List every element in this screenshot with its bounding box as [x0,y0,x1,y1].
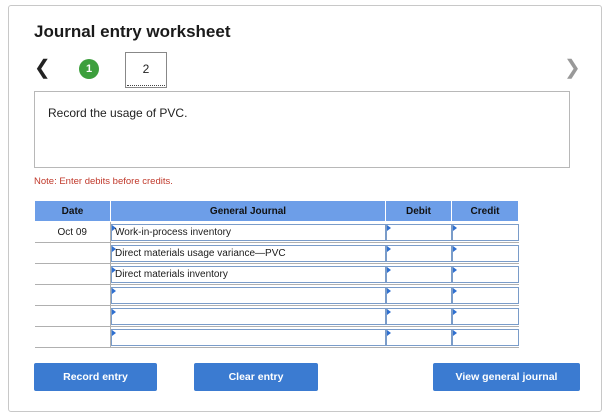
debit-input[interactable] [385,286,452,304]
dropdown-marker-icon [112,287,116,294]
worksheet-title: Journal entry worksheet [34,22,231,41]
date-cell [34,242,111,264]
debit-input[interactable] [385,307,452,325]
date-cell [34,305,111,327]
instruction-text: Record the usage of PVC. [48,106,188,120]
credit-input[interactable] [451,265,519,283]
account-input[interactable]: Direct materials inventory [111,265,386,283]
table-row [34,284,519,306]
account-input[interactable]: Direct materials usage variance—PVC [111,244,386,262]
account-value: Work-in-process inventory [115,226,231,238]
dropdown-marker-icon [112,329,116,336]
dropdown-marker-icon [386,224,391,231]
account-value: Direct materials usage variance—PVC [115,247,286,259]
chevron-right-icon[interactable]: ❯ [564,58,581,78]
credit-input[interactable] [451,223,519,241]
credit-column-header: Credit [451,200,519,222]
credit-input[interactable] [451,307,519,325]
date-cell: Oct 09 [34,221,111,243]
dropdown-marker-icon [452,245,457,252]
date-cell [34,326,111,348]
table-row [34,305,519,327]
table-row [34,326,519,348]
step-1-badge[interactable]: 1 [79,59,99,79]
account-value: Direct materials inventory [115,268,228,280]
date-cell [34,284,111,306]
credit-input[interactable] [451,286,519,304]
dropdown-marker-icon [386,287,391,294]
credit-input[interactable] [451,328,519,346]
dropdown-marker-icon [112,308,116,315]
credit-input[interactable] [451,244,519,262]
chevron-left-icon[interactable]: ❮ [34,58,51,78]
clear-entry-button[interactable]: Clear entry [194,363,318,391]
account-column-header: General Journal [110,200,386,222]
step-2-tab[interactable]: 2 [125,52,167,88]
dropdown-marker-icon [452,287,457,294]
table-row: Direct materials usage variance—PVC [34,242,519,264]
debit-input[interactable] [385,265,452,283]
account-input[interactable] [111,307,386,325]
dropdown-marker-icon [452,224,457,231]
record-entry-button[interactable]: Record entry [34,363,157,391]
account-input[interactable] [111,286,386,304]
dropdown-marker-icon [452,266,457,273]
account-input[interactable] [111,328,386,346]
table-row: Direct materials inventory [34,263,519,285]
date-cell [34,263,111,285]
account-input[interactable]: Work-in-process inventory [111,223,386,241]
dropdown-marker-icon [386,266,391,273]
dropdown-marker-icon [452,329,457,336]
debit-input[interactable] [385,244,452,262]
table-row: Oct 09 Work-in-process inventory [34,221,519,243]
debit-credit-note: Note: Enter debits before credits. [34,176,173,187]
view-general-journal-button[interactable]: View general journal [433,363,580,391]
journal-table: Date General Journal Debit Credit Oct 09… [34,200,519,348]
debit-column-header: Debit [385,200,452,222]
debit-input[interactable] [385,223,452,241]
dropdown-marker-icon [386,329,391,336]
dropdown-marker-icon [386,308,391,315]
debit-input[interactable] [385,328,452,346]
date-column-header: Date [34,200,111,222]
dropdown-marker-icon [452,308,457,315]
instruction-box: Record the usage of PVC. [34,91,570,168]
dropdown-marker-icon [386,245,391,252]
